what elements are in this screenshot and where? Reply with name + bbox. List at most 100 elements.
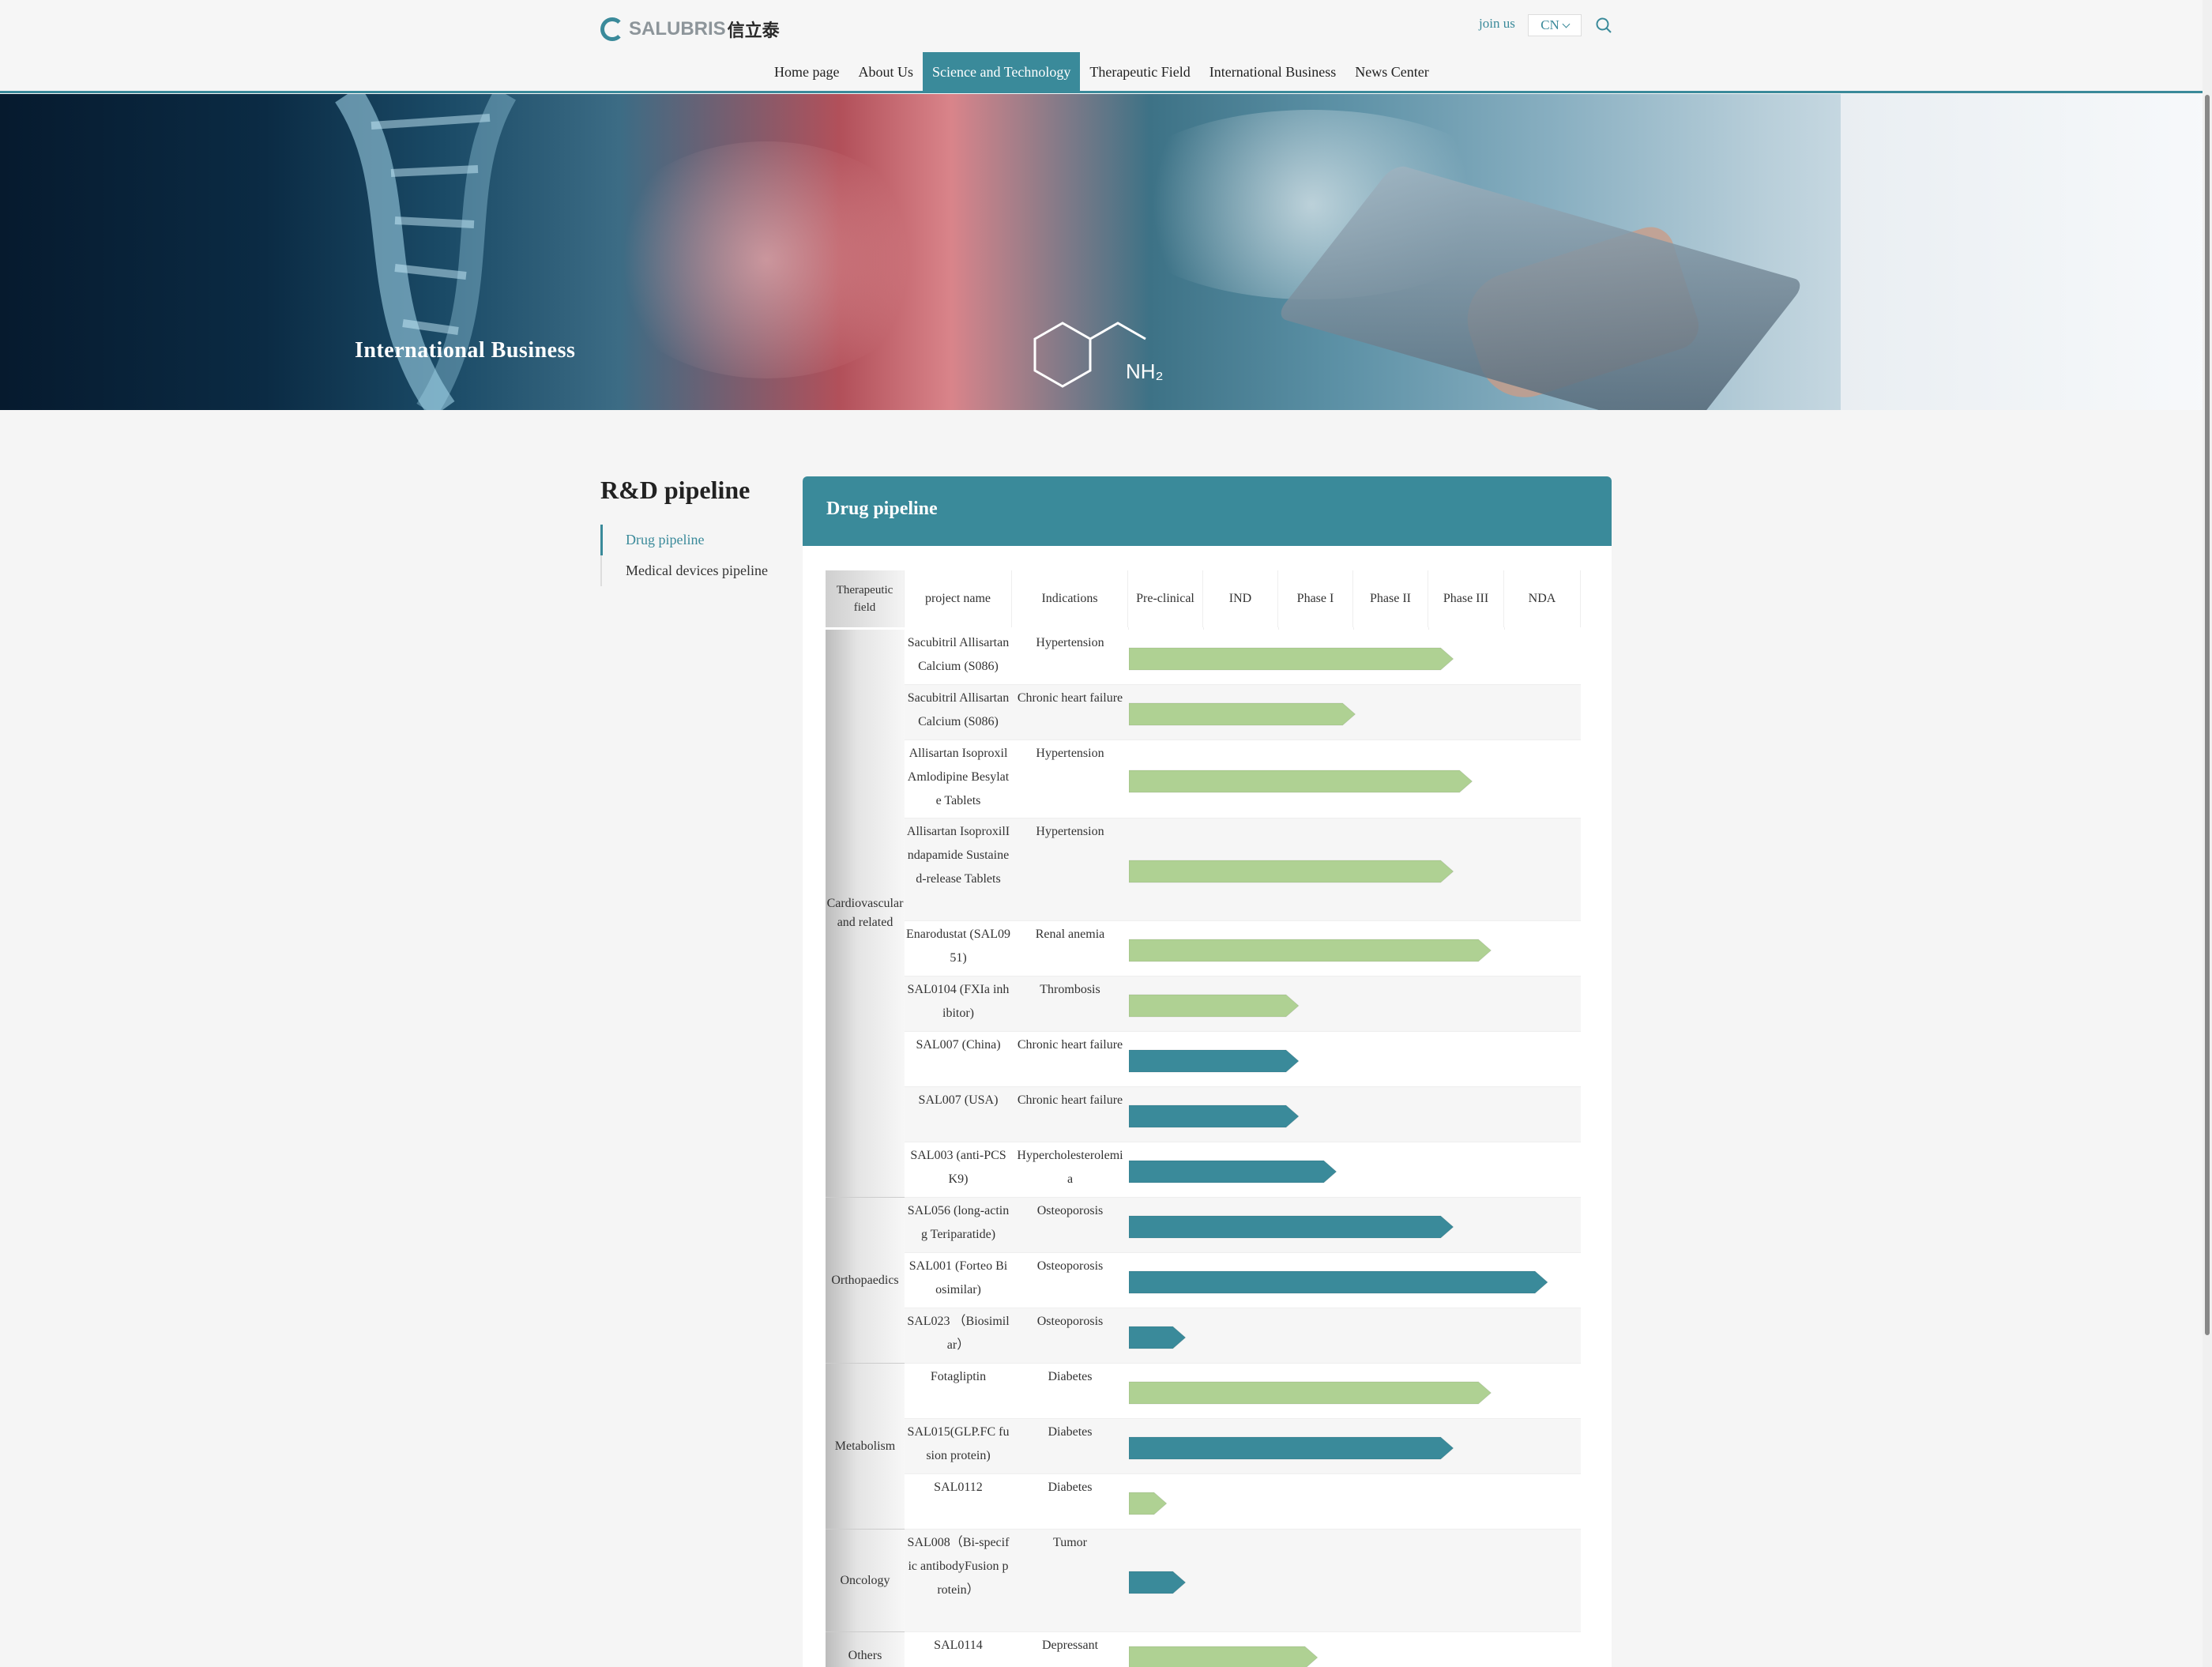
molecule-graphic: NH₂: [1033, 322, 1164, 388]
progress-bar: [1129, 860, 1454, 883]
progress-bar: [1129, 770, 1473, 792]
table-row: SAL007 (China) Chronic heart failure: [905, 1032, 1581, 1087]
indication: Hypertension: [1036, 636, 1104, 649]
progress-bar: [1129, 1381, 1492, 1405]
progress-bar: [1129, 1571, 1187, 1594]
therapeutic-field-cell: Metabolism: [826, 1364, 905, 1530]
table-row: SAL0112 Diabetes: [905, 1474, 1581, 1530]
project-name: SAL0112: [934, 1481, 983, 1494]
progress-bar: [1129, 1326, 1187, 1349]
table-row: SAL008（Bi-specific antibodyFusion protei…: [905, 1530, 1581, 1632]
project-name: Fotagliptin: [930, 1370, 987, 1383]
indication: Thrombosis: [1040, 983, 1100, 996]
sidebar-item-medical-devices-pipeline[interactable]: Medical devices pipeline: [602, 555, 768, 586]
scrollbar-thumb[interactable]: [2205, 95, 2210, 1335]
indication: Osteoporosis: [1036, 1204, 1104, 1217]
chevron-down-icon: [1562, 20, 1571, 28]
indication: Chronic heart failure: [1017, 1038, 1123, 1052]
table-row: Allisartan IsoproxilAmlodipine Besylate …: [905, 740, 1581, 818]
nav-item-international-business[interactable]: International Business: [1200, 52, 1345, 92]
nav-item-science-and-technology[interactable]: Science and Technology: [922, 52, 1081, 92]
panel-header: Drug pipeline: [803, 476, 1612, 546]
indication: Tumor: [1053, 1536, 1087, 1549]
indication: Chronic heart failure: [1017, 691, 1123, 705]
main-nav: Home page About Us Science and Technology T…: [0, 52, 2212, 92]
project-name: SAL007 (China): [916, 1038, 1001, 1052]
indication: Diabetes: [1048, 1370, 1093, 1383]
table-row: SAL0114 Depressant: [905, 1632, 1581, 1667]
indication: Depressant: [1041, 1639, 1099, 1652]
table-row: SAL001 (Forteo Biosimilar) Osteoporosis: [905, 1253, 1581, 1308]
logo-brand: SALUBRIS: [629, 18, 726, 40]
pipeline-table: Therapeutic field project name Indications…: [826, 570, 1581, 1667]
project-name: SAL003 (anti-PCSK9): [910, 1149, 1006, 1186]
search-icon[interactable]: [1595, 17, 1612, 34]
progress-bar: [1129, 702, 1356, 726]
project-name: Allisartan IsoproxilIndapamide Sustained…: [906, 825, 1010, 886]
column-header: Indications: [1012, 570, 1128, 627]
page-scrollbar[interactable]: [2203, 0, 2212, 1667]
nav-item-home-page[interactable]: Home page: [765, 52, 848, 92]
panel-title: Drug pipeline: [826, 499, 938, 519]
project-name: SAL001 (Forteo Biosimilar): [908, 1259, 1008, 1296]
project-name: SAL023 （Biosimilar）: [907, 1315, 1010, 1352]
therapeutic-field-cell: Oncology: [826, 1530, 905, 1632]
nav-item-about-us[interactable]: About Us: [848, 52, 923, 92]
table-row: SAL015(GLP.FC fusion protein) Diabetes: [905, 1419, 1581, 1474]
language-select[interactable]: CN: [1528, 14, 1582, 36]
table-row: SAL003 (anti-PCSK9) Hypercholesterolemia: [905, 1142, 1581, 1198]
column-header: Phase I: [1278, 570, 1353, 627]
table-row: Sacubitril Allisartan Calcium (S086) Chro…: [905, 685, 1581, 740]
column-header: NDA: [1504, 570, 1581, 627]
nav-item-news-center[interactable]: News Center: [1345, 52, 1438, 92]
progress-bar: [1129, 939, 1492, 962]
column-header: Pre-clinical: [1128, 570, 1203, 627]
join-us-link[interactable]: join us: [1479, 16, 1515, 32]
progress-bar: [1129, 1270, 1548, 1294]
sidebar-title: R&D pipeline: [600, 476, 750, 504]
project-name: Enarodustat (SAL0951): [906, 928, 1010, 965]
logo-mark-icon: [600, 17, 624, 41]
indication: Chronic heart failure: [1017, 1093, 1123, 1107]
indication: Osteoporosis: [1036, 1315, 1104, 1328]
table-row: SAL0104 (FXIa inhibitor) Thrombosis: [905, 976, 1581, 1032]
sidebar-nav: Drug pipeline Medical devices pipeline: [600, 525, 768, 586]
indication: Diabetes: [1048, 1425, 1093, 1439]
doctor-coat-graphic: [1841, 94, 2212, 410]
indication: Hypertension: [1036, 825, 1104, 838]
progress-bar: [1129, 1049, 1300, 1073]
project-name: Allisartan IsoproxilAmlodipine Besylate …: [907, 747, 1010, 807]
logo[interactable]: SALUBRIS 信立泰: [600, 13, 780, 46]
sidebar-item-drug-pipeline[interactable]: Drug pipeline: [600, 525, 768, 555]
table-row: Sacubitril Allisartan Calcium (S086) Hype…: [905, 630, 1581, 685]
indication: Osteoporosis: [1036, 1259, 1104, 1273]
therapeutic-field-cell: Cardiovascular and related: [826, 630, 905, 1198]
site-header: SALUBRIS 信立泰 join us CN Home page About U…: [0, 0, 2212, 93]
project-name: SAL008（Bi-specific antibodyFusion protei…: [907, 1536, 1010, 1597]
language-value: CN: [1540, 17, 1559, 32]
indication: Hypercholesterolemia: [1017, 1149, 1123, 1186]
column-header: Phase III: [1428, 570, 1504, 627]
table-row: SAL007 (USA) Chronic heart failure: [905, 1087, 1581, 1142]
column-header: project name: [905, 570, 1012, 627]
nav-item-therapeutic-field[interactable]: Therapeutic Field: [1080, 52, 1199, 92]
project-name: SAL056 (long-acting Teriparatide): [907, 1204, 1010, 1241]
table-row: Enarodustat (SAL0951) Renal anemia: [905, 921, 1581, 976]
indication: Diabetes: [1048, 1481, 1093, 1494]
column-header: IND: [1203, 570, 1278, 627]
table-row: Fotagliptin Diabetes: [905, 1364, 1581, 1419]
svg-text:NH₂: NH₂: [1126, 359, 1164, 383]
therapeutic-field-cell: Orthopaedics: [826, 1198, 905, 1364]
project-name: Sacubitril Allisartan Calcium (S086): [907, 691, 1010, 728]
column-header: Therapeutic field: [826, 570, 905, 627]
progress-bar: [1129, 647, 1454, 671]
progress-bar: [1129, 1436, 1454, 1460]
progress-bar: [1129, 1492, 1168, 1515]
project-name: Sacubitril Allisartan Calcium (S086): [907, 636, 1010, 673]
progress-bar: [1129, 1160, 1337, 1183]
progress-bar: [1129, 1646, 1319, 1667]
indication: Renal anemia: [1035, 928, 1105, 941]
project-name: SAL0104 (FXIa inhibitor): [907, 983, 1010, 1020]
table-row: SAL056 (long-acting Teriparatide) Osteopo…: [905, 1198, 1581, 1253]
progress-bar: [1129, 994, 1300, 1018]
